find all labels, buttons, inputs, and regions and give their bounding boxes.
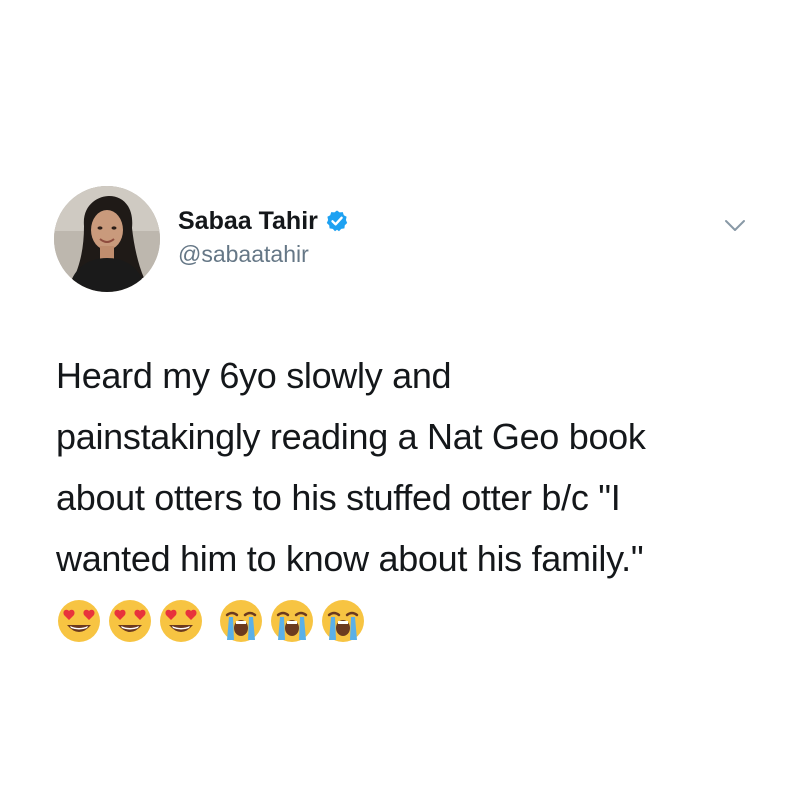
chevron-down-icon[interactable] <box>722 212 748 238</box>
author-name-row: Sabaa Tahir <box>178 204 349 238</box>
heart-eyes-emoji-icon <box>158 598 204 644</box>
emoji-row <box>56 598 371 644</box>
tweet-screenshot: Sabaa Tahir @sabaatahir Heard my 6yo slo… <box>0 0 800 800</box>
heart-eyes-emoji-icon <box>107 598 153 644</box>
tweet-header: Sabaa Tahir @sabaatahir <box>54 186 764 296</box>
tweet-text: Heard my 6yo slowly and painstakingly re… <box>56 355 646 579</box>
loudly-crying-emoji-icon <box>320 598 366 644</box>
avatar-photo-icon <box>54 186 160 292</box>
author-handle[interactable]: @sabaatahir <box>178 241 309 268</box>
author-avatar[interactable] <box>54 186 160 292</box>
loudly-crying-emoji-icon <box>218 598 264 644</box>
loudly-crying-emoji-icon <box>269 598 315 644</box>
verified-badge-icon <box>325 209 349 233</box>
heart-eyes-emoji-icon <box>56 598 102 644</box>
author-display-name[interactable]: Sabaa Tahir <box>178 207 318 236</box>
